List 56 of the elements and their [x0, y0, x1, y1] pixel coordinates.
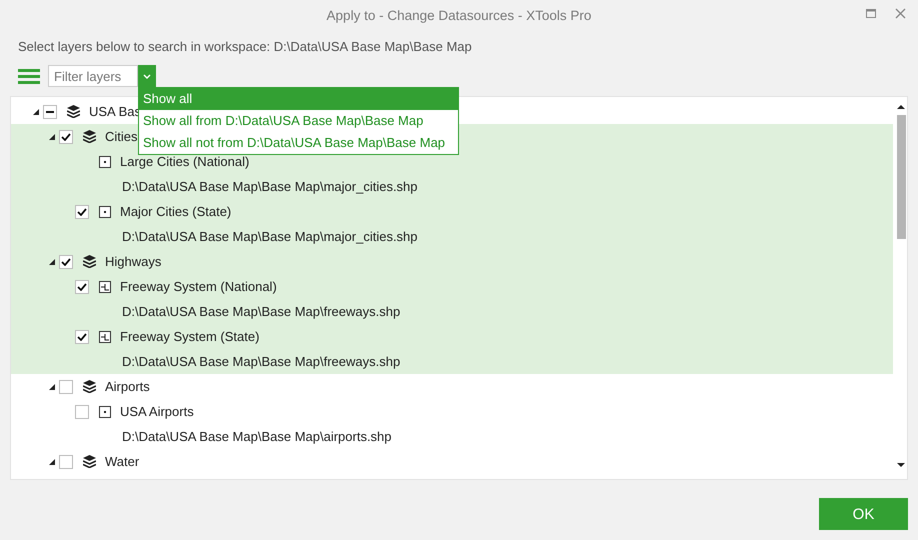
- window-title: Apply to - Change Datasources - XTools Pro: [326, 8, 592, 22]
- layer-label: Freeway System (State): [120, 329, 260, 344]
- line-layer-icon: [99, 280, 111, 292]
- layer-path: D:\Data\USA Base Map\Base Map\freeways.shp: [122, 354, 400, 369]
- menu-item[interactable]: Show all from D:\Data\USA Base Map\Base Map: [139, 110, 458, 132]
- menu-icon[interactable]: [18, 68, 40, 84]
- line-layer-icon: [99, 330, 111, 342]
- group-label: Cities: [105, 129, 138, 144]
- close-icon[interactable]: [895, 8, 906, 19]
- menu-item[interactable]: Show all: [139, 88, 458, 110]
- check-icon: [77, 208, 87, 216]
- filter-field[interactable]: Filter layers: [48, 65, 138, 87]
- checkbox[interactable]: [59, 254, 73, 268]
- layer-label: USA Airports: [120, 404, 194, 419]
- check-icon: [61, 132, 71, 140]
- point-layer-icon: [99, 206, 111, 218]
- checkbox[interactable]: [59, 130, 73, 144]
- layer-path: D:\Data\USA Base Map\Base Map\freeways.shp: [122, 304, 400, 319]
- instruction-text: Select layers below to search in workspace: D:\Data\USA Base Map\Base Map: [17, 38, 473, 56]
- checkbox[interactable]: [75, 330, 89, 344]
- layer-label: Freeway System (National): [120, 279, 277, 294]
- group-label: Highways: [105, 254, 162, 269]
- expanded-triangle-icon[interactable]: [49, 134, 55, 140]
- layer-path: D:\Data\USA Base Map\Base Map\major_cities.shp: [122, 229, 418, 244]
- layer-path: D:\Data\USA Base Map\Base Map\airports.shp: [122, 429, 392, 444]
- checkbox[interactable]: [43, 104, 57, 118]
- minus-icon: [46, 110, 54, 112]
- ok-button[interactable]: OK: [819, 498, 908, 530]
- point-layer-icon: [99, 406, 111, 418]
- group-label: Water: [105, 454, 140, 469]
- chevron-icon: [143, 74, 151, 78]
- expanded-triangle-icon[interactable]: [33, 108, 39, 114]
- layer-path: D:\Data\USA Base Map\Base Map\major_cities.shp: [122, 179, 418, 194]
- checkbox[interactable]: [75, 404, 89, 418]
- checkbox[interactable]: [59, 454, 73, 468]
- layers-icon: [83, 130, 96, 143]
- layer-label: Large Cities (National): [120, 154, 250, 169]
- expanded-triangle-icon[interactable]: [49, 384, 55, 390]
- expanded-triangle-icon[interactable]: [49, 258, 55, 264]
- checkbox[interactable]: [75, 280, 89, 294]
- check-icon: [77, 282, 87, 290]
- dropdown-button[interactable]: [138, 65, 156, 87]
- group-label: Airports: [105, 379, 150, 394]
- menu-item[interactable]: Show all not from D:\Data\USA Base Map\Base Map: [139, 132, 458, 154]
- maximize-icon[interactable]: [866, 8, 876, 18]
- expanded-triangle-icon[interactable]: [49, 458, 55, 464]
- layers-icon: [67, 105, 80, 118]
- checkbox[interactable]: [59, 380, 73, 394]
- layers-icon: [83, 455, 96, 468]
- layer-label: Major Cities (State): [120, 204, 232, 219]
- layers-icon: [83, 380, 96, 393]
- layers-icon: [83, 255, 96, 268]
- checkbox[interactable]: [75, 204, 89, 218]
- point-layer-icon: [99, 156, 111, 168]
- check-icon: [77, 332, 87, 340]
- check-icon: [61, 258, 71, 266]
